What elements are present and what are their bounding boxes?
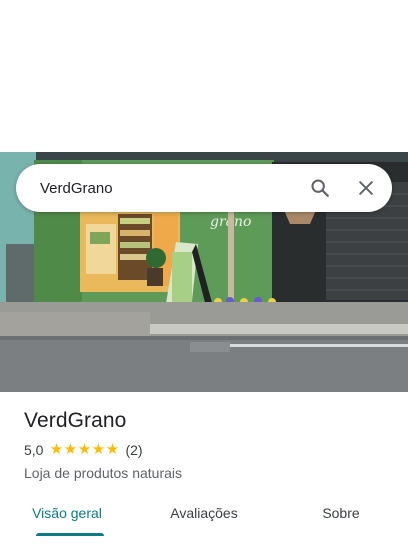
- place-title: VerdGrano: [24, 409, 127, 432]
- rating-value: 5,0: [24, 442, 44, 458]
- search-button[interactable]: [300, 168, 340, 208]
- star-icon: ★: [63, 441, 78, 458]
- tab-label: Sobre: [322, 505, 360, 521]
- tab-about[interactable]: Sobre: [274, 494, 408, 540]
- rating-row[interactable]: 5,0 ★ ★ ★ ★ ★ (2): [24, 440, 394, 460]
- review-count[interactable]: (2): [125, 442, 142, 458]
- search-input[interactable]: VerdGrano: [16, 180, 300, 197]
- close-button[interactable]: [346, 168, 386, 208]
- star-icon: ★: [49, 441, 64, 458]
- star-icon: ★: [105, 441, 120, 458]
- tab-label: Avaliações: [170, 505, 238, 521]
- search-icon: [311, 179, 329, 197]
- star-icon: ★: [77, 441, 92, 458]
- search-bar[interactable]: VerdGrano: [16, 164, 392, 212]
- tab-reviews[interactable]: Avaliações: [134, 494, 274, 540]
- place-tabs: Visão geral Avaliações Sobre: [0, 494, 408, 540]
- place-info: VerdGrano 5,0 ★ ★ ★ ★ ★ (2) Loja de produtos…: [24, 406, 394, 482]
- close-icon: [359, 181, 373, 195]
- place-category[interactable]: Loja de produtos naturais: [24, 464, 394, 482]
- tab-label: Visão geral: [32, 505, 102, 521]
- star-icon: ★: [91, 441, 106, 458]
- star-rating: ★ ★ ★ ★ ★: [49, 441, 120, 458]
- active-tab-indicator: [36, 533, 104, 536]
- tab-overview[interactable]: Visão geral: [0, 494, 134, 540]
